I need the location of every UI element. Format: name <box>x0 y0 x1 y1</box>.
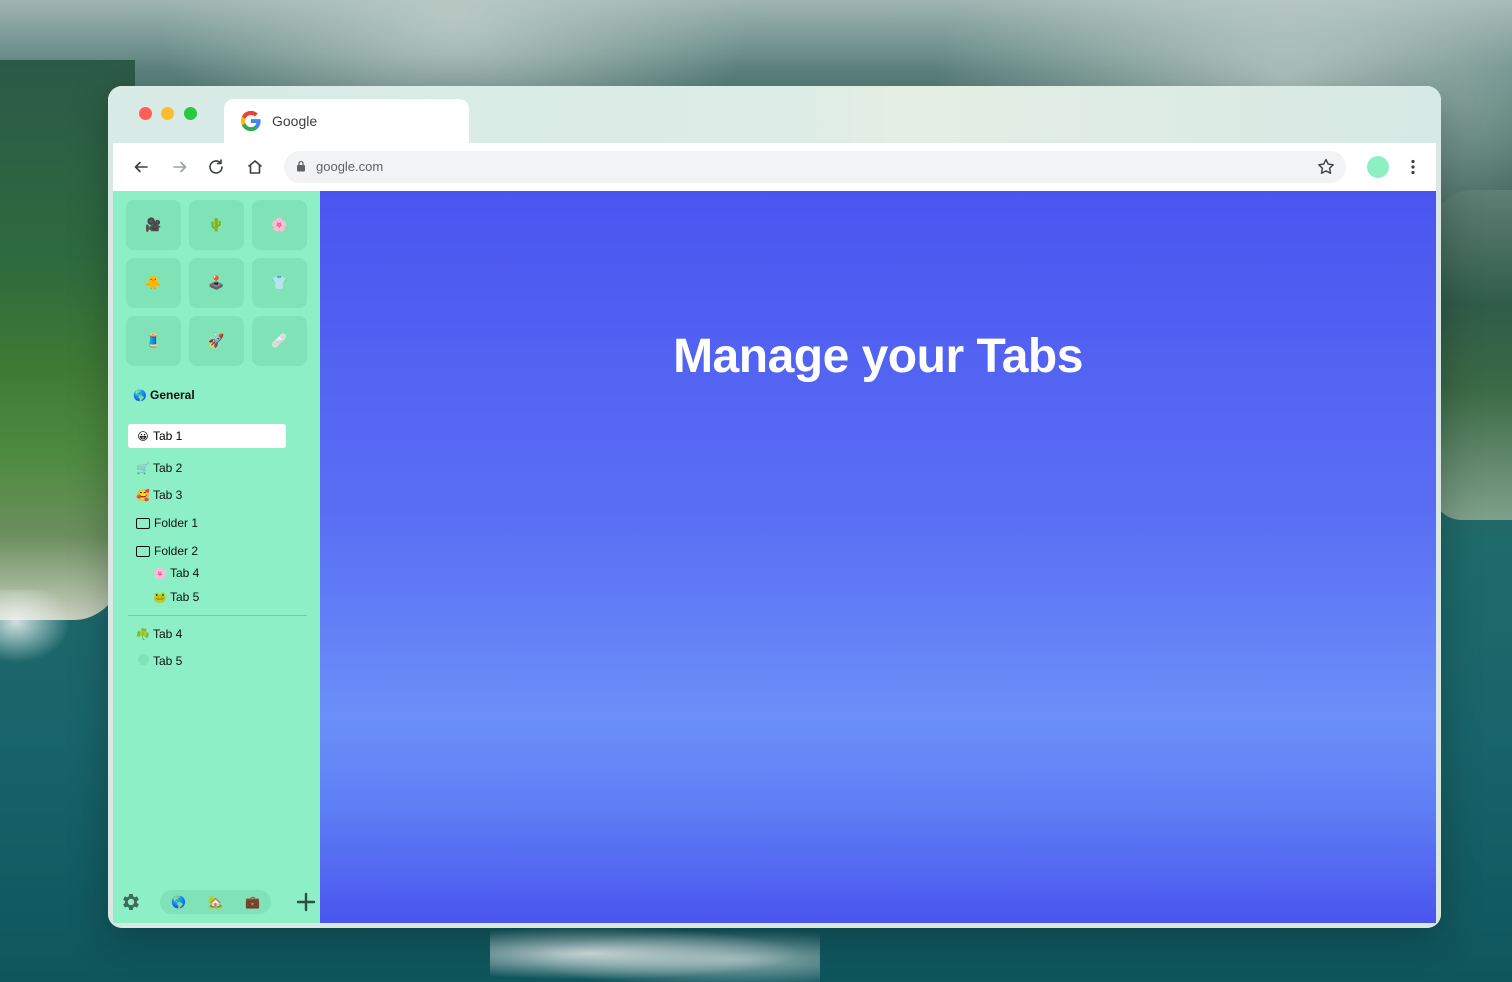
arrow-right-icon <box>173 161 187 173</box>
tab-emoji-icon: 😀 <box>137 430 149 443</box>
folder-icon <box>136 517 150 529</box>
bookmark-star-icon[interactable] <box>1316 157 1336 177</box>
sidebar-tab[interactable]: Tab 5 <box>136 654 182 668</box>
browser-window: Google google.com 🎥 🌵 🌸 🐥 🕹️ 👕 🧵 🚀 🩹 🌎 G… <box>108 86 1441 928</box>
favorites-grid: 🎥 🌵 🌸 🐥 🕹️ 👕 🧵 🚀 🩹 <box>126 200 307 366</box>
sidebar-tab[interactable]: 🛒 Tab 2 <box>136 461 182 475</box>
space-header[interactable]: 🌎 General <box>133 388 195 402</box>
favorite-tile[interactable]: 🚀 <box>189 316 244 366</box>
sidebar-folder-open[interactable]: Folder 2 <box>136 544 198 558</box>
background-surf-left <box>0 590 80 670</box>
maximize-window-button[interactable] <box>184 107 197 120</box>
favorite-tile[interactable]: 🧵 <box>126 316 181 366</box>
space-home-icon[interactable]: 🏡 <box>208 895 223 909</box>
tab-label: Tab 1 <box>153 429 183 443</box>
sidebar: 🎥 🌵 🌸 🐥 🕹️ 👕 🧵 🚀 🩹 🌎 General 😀 Tab 1 🛒 T… <box>113 191 320 923</box>
folder-label: Folder 1 <box>154 516 199 530</box>
close-window-button[interactable] <box>139 107 152 120</box>
tab-label: Tab 3 <box>153 488 183 502</box>
tab-emoji-icon: 🐸 <box>153 591 167 604</box>
folder-open-icon <box>136 545 150 557</box>
favorite-tile[interactable]: 🌸 <box>252 200 307 250</box>
space-globe-icon[interactable]: 🌎 <box>171 895 186 909</box>
more-vertical-icon <box>1411 159 1415 175</box>
back-button[interactable] <box>129 155 153 179</box>
forward-button[interactable] <box>168 155 192 179</box>
browser-tab-google[interactable]: Google <box>224 99 469 143</box>
sidebar-footer: 🌎 🏡 💼 <box>113 883 320 923</box>
favorite-tile[interactable]: 🩹 <box>252 316 307 366</box>
globe-icon: 🌎 <box>133 389 147 402</box>
background-surf-bottom <box>490 925 820 982</box>
tab-label: Tab 4 <box>153 627 183 641</box>
favorite-tile[interactable]: 🕹️ <box>189 258 244 308</box>
reload-icon <box>209 159 223 174</box>
url-text: google.com <box>316 159 384 174</box>
gear-icon[interactable] <box>120 891 142 913</box>
favorite-tile[interactable]: 🎥 <box>126 200 181 250</box>
home-icon <box>247 160 263 174</box>
window-frame-bottom <box>108 923 1441 928</box>
sidebar-tab[interactable]: ☘️ Tab 4 <box>136 627 182 641</box>
favorite-tile[interactable]: 🌵 <box>189 200 244 250</box>
minimize-window-button[interactable] <box>161 107 174 120</box>
profile-avatar[interactable] <box>1367 156 1389 178</box>
tab-emoji-icon: 🌸 <box>153 567 167 580</box>
reload-button[interactable] <box>204 155 228 179</box>
browser-menu-button[interactable] <box>1401 155 1425 179</box>
tab-emoji-icon <box>136 654 150 668</box>
title-bar: Google <box>108 86 1441 143</box>
folder-child-tab[interactable]: 🌸 Tab 4 <box>153 566 199 580</box>
tab-emoji-icon: 🥰 <box>136 489 150 502</box>
tab-label: Tab 2 <box>153 461 183 475</box>
sidebar-tab-active[interactable]: 😀 Tab 1 <box>128 424 286 448</box>
favorite-tile[interactable]: 🐥 <box>126 258 181 308</box>
pinned-divider <box>128 615 307 616</box>
space-briefcase-icon[interactable]: 💼 <box>245 895 260 909</box>
google-logo-icon <box>240 110 261 132</box>
tab-emoji-icon: ☘️ <box>136 628 150 641</box>
home-button[interactable] <box>243 155 267 179</box>
arrow-left-icon <box>134 161 148 173</box>
tab-label: Tab 5 <box>170 590 200 604</box>
page-headline: Manage your Tabs <box>673 330 1083 383</box>
tab-label: Tab 4 <box>170 566 200 580</box>
tab-title: Google <box>272 113 318 129</box>
lock-icon <box>297 160 305 172</box>
folder-label: Folder 2 <box>154 544 199 558</box>
sidebar-folder[interactable]: Folder 1 <box>136 516 198 530</box>
browser-toolbar: google.com <box>113 143 1436 191</box>
folder-child-tab[interactable]: 🐸 Tab 5 <box>153 590 199 604</box>
page-content: Manage your Tabs <box>320 191 1436 923</box>
favorite-tile[interactable]: 👕 <box>252 258 307 308</box>
address-bar[interactable]: google.com <box>284 151 1346 183</box>
space-label: General <box>150 388 195 402</box>
tab-emoji-icon: 🛒 <box>136 462 150 475</box>
space-switcher: 🌎 🏡 💼 <box>160 890 271 914</box>
background-coastline-right <box>1432 190 1512 520</box>
tab-label: Tab 5 <box>153 654 183 668</box>
sidebar-tab[interactable]: 🥰 Tab 3 <box>136 488 182 502</box>
plus-icon[interactable] <box>295 891 317 913</box>
window-frame-right <box>1436 143 1441 928</box>
